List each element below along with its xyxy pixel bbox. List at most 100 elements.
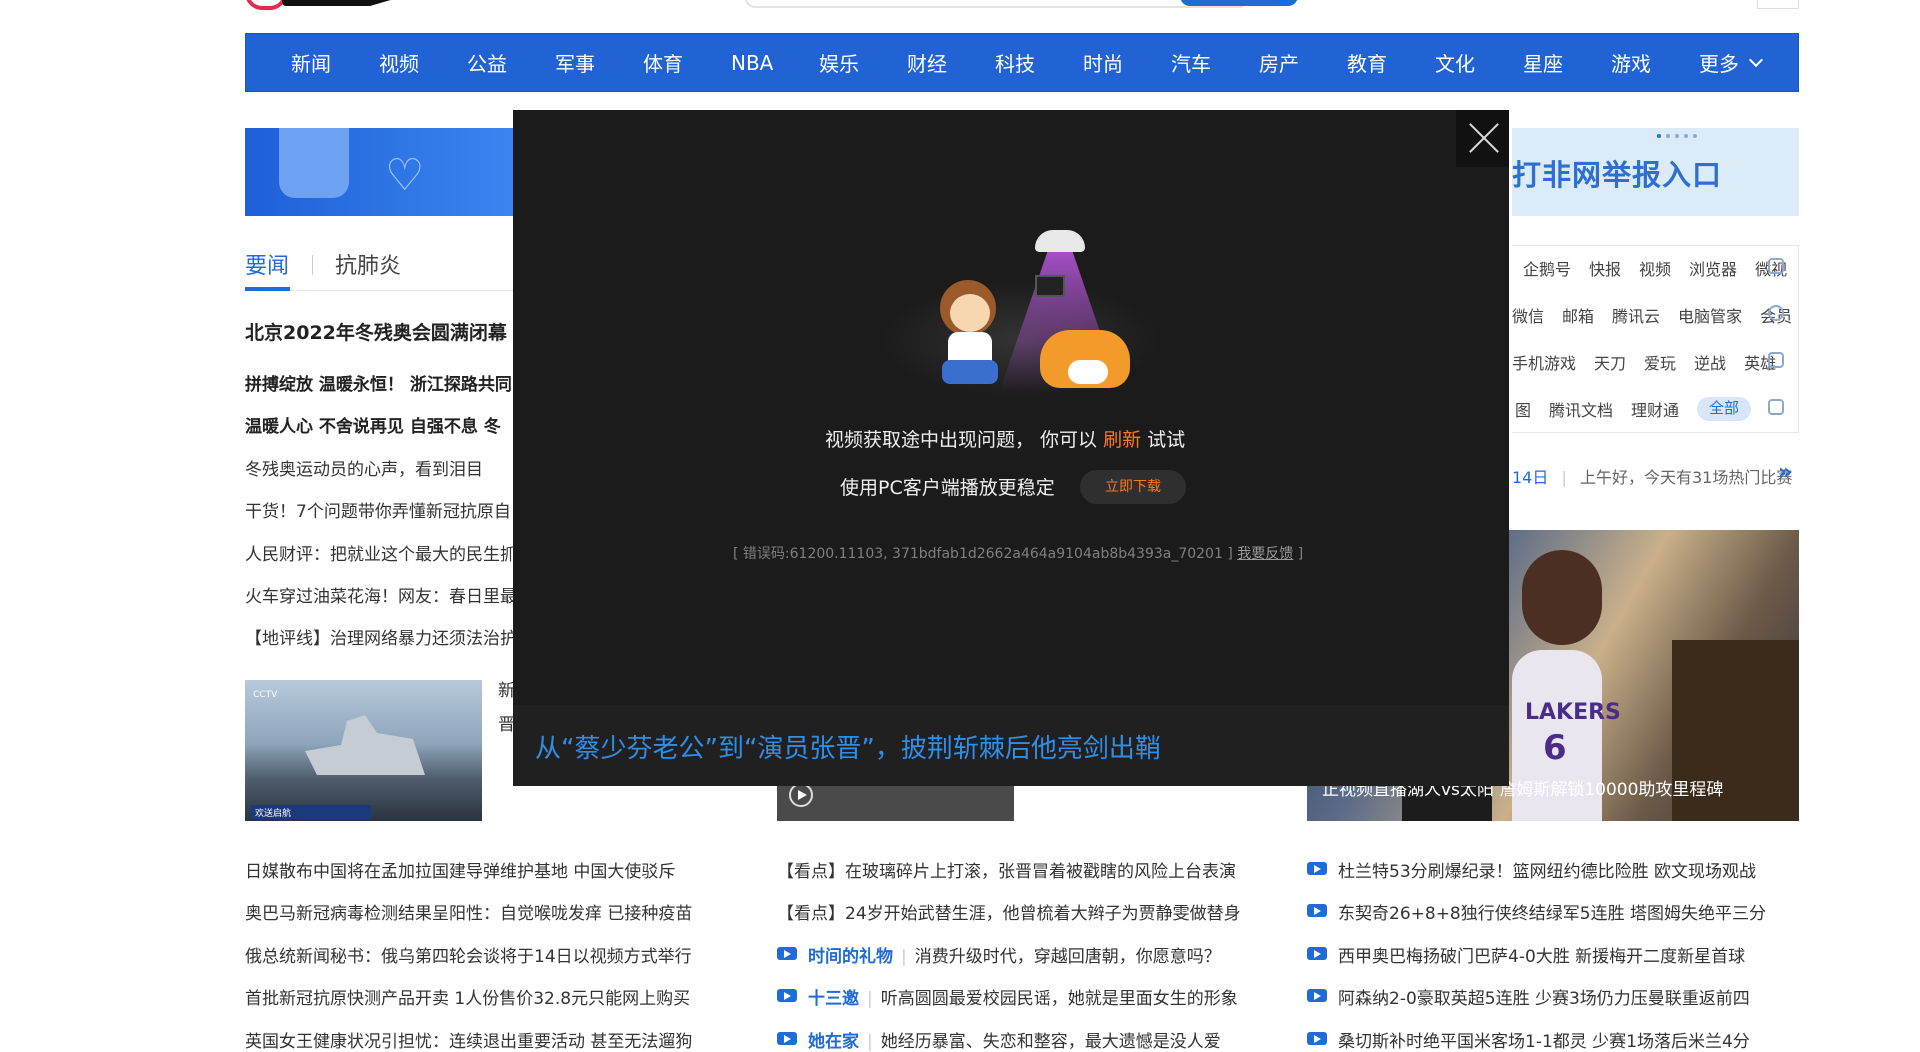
program-tag[interactable]: 十三邀 xyxy=(808,989,859,1009)
program-tag[interactable]: 她在家 xyxy=(808,1032,859,1052)
news-link[interactable]: 火车穿过油菜花海！网友：春日里最 xyxy=(245,582,515,607)
carousel-dot[interactable] xyxy=(1693,134,1697,138)
site-logo-mark[interactable] xyxy=(245,0,287,10)
service-link[interactable]: 微信 xyxy=(1512,303,1544,327)
double-chevron-right-icon[interactable]: » xyxy=(1778,460,1792,485)
service-link[interactable]: 邮箱 xyxy=(1562,303,1594,327)
service-link[interactable]: 电脑管家 xyxy=(1678,303,1742,327)
list-item-text[interactable]: 消费升级时代，穿越回唐朝，你愿意吗？ xyxy=(915,947,1221,967)
nav-item-nba[interactable]: NBA xyxy=(731,51,819,75)
download-button[interactable]: 立即下载 xyxy=(1080,470,1186,504)
dog-belly xyxy=(1068,360,1108,384)
service-link[interactable]: 天刀 xyxy=(1594,350,1626,374)
headline-link[interactable]: 北京2022年冬残奥会圆满闭幕 xyxy=(245,318,515,345)
service-link[interactable]: 浏览器 xyxy=(1689,256,1737,280)
error-message: 视频获取途中出现问题， 你可以 刷新 试试 xyxy=(825,425,1185,452)
nav-item-finance[interactable]: 财经 xyxy=(907,48,995,77)
nav-item-culture[interactable]: 文化 xyxy=(1435,48,1523,77)
search-button[interactable] xyxy=(1180,0,1298,6)
carousel-dots[interactable] xyxy=(1657,134,1697,138)
service-link[interactable]: 企鹅号 xyxy=(1523,256,1571,280)
nav-item-auto[interactable]: 汽车 xyxy=(1171,48,1259,77)
list-item[interactable]: 十三邀 | 听高圆圆最爱校园民谣，她就是里面女生的形象 xyxy=(808,984,1238,1009)
video-icon xyxy=(1307,862,1327,875)
list-item[interactable]: 【看点】24岁开始武替生涯，他曾梳着大辫子为贾静雯做替身 xyxy=(777,899,1241,924)
list-item[interactable]: 杜兰特53分刷爆纪录！篮网纽约德比险胜 欧文现场观战 xyxy=(1338,857,1756,882)
error-illustration xyxy=(850,220,1180,400)
service-link[interactable]: 图 xyxy=(1515,397,1531,421)
close-icon[interactable] xyxy=(1456,110,1509,167)
carousel-dot[interactable] xyxy=(1657,134,1661,138)
site-logo[interactable] xyxy=(282,0,392,6)
top-right-box[interactable] xyxy=(1757,0,1799,9)
greeting-text[interactable]: 上午好，今天有31场热门比赛 xyxy=(1580,468,1792,487)
nav-item-astro[interactable]: 星座 xyxy=(1523,48,1611,77)
list-item[interactable]: 阿森纳2-0豪取英超5连胜 少赛3场仍力压曼联重返前四 xyxy=(1338,984,1750,1009)
news-link[interactable]: 【地评线】治理网络暴力还须法治护 xyxy=(245,624,515,649)
promo-banner-left[interactable]: ♡ xyxy=(245,128,515,216)
player-head xyxy=(1522,550,1602,645)
carousel-dot[interactable] xyxy=(1684,134,1688,138)
nav-item-ent[interactable]: 娱乐 xyxy=(819,48,907,77)
list-item[interactable]: 奥巴马新冠病毒检测结果呈阳性：自觉喉咙发痒 已接种疫苗 xyxy=(245,899,692,924)
list-item-text[interactable]: 她经历暴富、失恋和整容，最大遗憾是没人爱 xyxy=(881,1032,1221,1052)
vip-icon[interactable] xyxy=(1768,305,1784,321)
nav-item-edu[interactable]: 教育 xyxy=(1347,48,1435,77)
nav-item-tech[interactable]: 科技 xyxy=(995,48,1083,77)
carousel-dot[interactable] xyxy=(1675,134,1679,138)
service-link[interactable]: 腾讯文档 xyxy=(1549,397,1613,421)
news-link[interactable]: 人民财评：把就业这个最大的民生抓 xyxy=(245,540,515,565)
list-item[interactable]: 日媒散布中国将在孟加拉国建导弹维护基地 中国大使驳斥 xyxy=(245,857,675,882)
news-link[interactable]: 干货！7个问题带你弄懂新冠抗原自 xyxy=(245,497,515,522)
tab-covid[interactable]: 抗肺炎 xyxy=(335,248,401,280)
promo-banner-right[interactable]: 打非网举报入口 xyxy=(1512,128,1799,216)
nav-item-military[interactable]: 军事 xyxy=(555,48,643,77)
banner-title: 打非网举报入口 xyxy=(1512,158,1723,192)
nav-item-charity[interactable]: 公益 xyxy=(467,48,555,77)
service-link[interactable]: 视频 xyxy=(1639,256,1671,280)
news-thumbnail[interactable]: CCTV 欢送启航 xyxy=(245,680,482,821)
news-link[interactable]: 温暖人心 不舍说再见 自强不息 冬 xyxy=(245,412,515,437)
nav-item-sports[interactable]: 体育 xyxy=(643,48,731,77)
tab-divider xyxy=(312,255,313,275)
service-link[interactable]: 爱玩 xyxy=(1644,350,1676,374)
list-item[interactable]: 西甲奥巴梅扬破门巴萨4-0大胜 新援梅开二度新星首球 xyxy=(1338,942,1745,967)
video-icon xyxy=(1307,989,1327,1002)
nav-item-games[interactable]: 游戏 xyxy=(1611,48,1699,77)
card-graphic xyxy=(279,128,349,198)
mobile-icon[interactable] xyxy=(1768,258,1784,274)
service-link[interactable]: 腾讯云 xyxy=(1612,303,1660,327)
program-tag[interactable]: 时间的礼物 xyxy=(808,947,893,967)
list-item[interactable]: 时间的礼物 | 消费升级时代，穿越回唐朝，你愿意吗？ xyxy=(808,942,1221,967)
video-thumbnail[interactable] xyxy=(777,780,1014,821)
nav-more-menu[interactable]: 更多 xyxy=(1699,48,1787,77)
list-item[interactable]: 【看点】在玻璃碎片上打滚，张晋冒着被戳瞎的风险上台表演 xyxy=(777,857,1236,882)
nav-item-news[interactable]: 新闻 xyxy=(291,48,379,77)
search-input[interactable] xyxy=(745,0,1249,8)
service-link[interactable]: 手机游戏 xyxy=(1512,350,1576,374)
news-link[interactable]: 冬残奥运动员的心声，看到泪目 xyxy=(245,455,515,480)
video-icon xyxy=(777,989,797,1002)
screen-icon[interactable] xyxy=(1768,399,1784,415)
gamepad-icon[interactable] xyxy=(1768,352,1784,368)
video-title[interactable]: 从“蔡少芬老公”到“演员张晋”，披荆斩棘后他亮剑出鞘 xyxy=(535,728,1161,765)
refresh-link[interactable]: 刷新 xyxy=(1103,429,1141,451)
list-item[interactable]: 首批新冠抗原快测产品开卖 1人份售价32.8元只能网上购买 xyxy=(245,984,690,1009)
news-link[interactable]: 拼搏绽放 温暖永恒！ 浙江探路共同 xyxy=(245,370,515,395)
play-icon xyxy=(789,783,813,807)
all-services-button[interactable]: 全部 xyxy=(1697,397,1752,421)
list-item-text[interactable]: 听高圆圆最爱校园民谣，她就是里面女生的形象 xyxy=(881,989,1238,1009)
nav-item-house[interactable]: 房产 xyxy=(1259,48,1347,77)
list-item[interactable]: 东契奇26+8+8独行侠终结绿军5连胜 塔图姆失绝平三分 xyxy=(1338,899,1766,924)
nav-item-fashion[interactable]: 时尚 xyxy=(1083,48,1171,77)
active-tab-indicator xyxy=(245,287,290,291)
channel-logo: CCTV xyxy=(253,690,278,700)
service-link[interactable]: 逆战 xyxy=(1694,350,1726,374)
tab-top-news[interactable]: 要闻 xyxy=(245,248,289,280)
service-link[interactable]: 快报 xyxy=(1589,256,1621,280)
feedback-link[interactable]: 我要反馈 xyxy=(1237,546,1293,562)
service-link[interactable]: 理财通 xyxy=(1631,397,1679,421)
list-item[interactable]: 俄总统新闻秘书：俄乌第四轮会谈将于14日以视频方式举行 xyxy=(245,942,692,967)
carousel-dot[interactable] xyxy=(1666,134,1670,138)
nav-item-video[interactable]: 视频 xyxy=(379,48,467,77)
